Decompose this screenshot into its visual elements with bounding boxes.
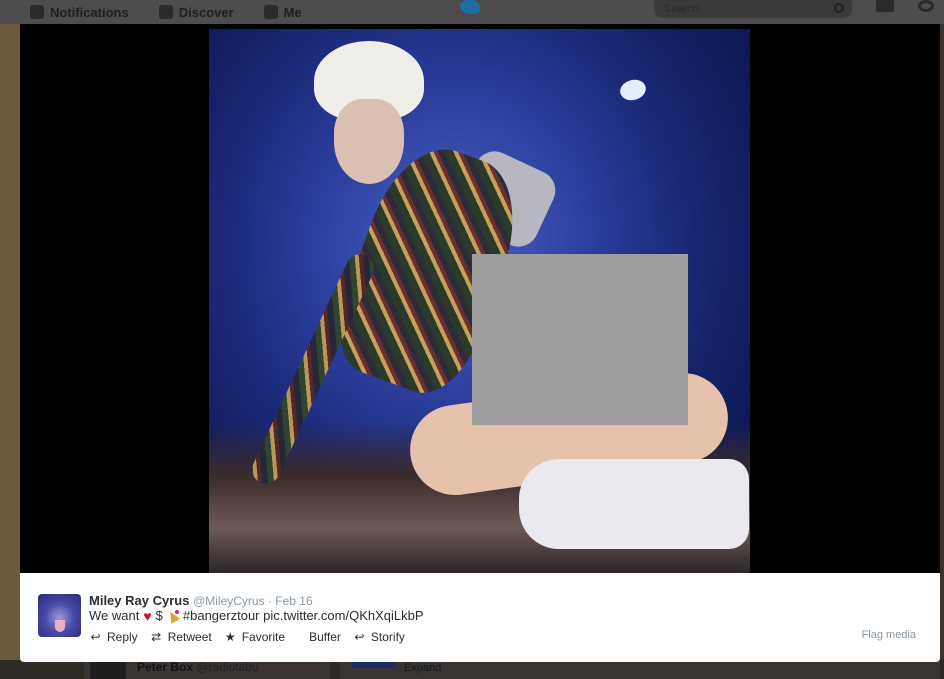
tweet-timestamp[interactable]: Feb 16 [275,594,312,608]
nav-me[interactable]: Me [263,0,302,24]
storify-label: Storify [370,630,405,644]
background-handle-text: @radiotabu [196,660,259,674]
search-input[interactable]: Search [654,0,852,18]
gear-icon[interactable] [918,0,934,12]
tweet-author-handle[interactable]: @MileyCyrus [193,594,265,608]
nav-me-label: Me [283,4,302,20]
tweet-separator: · [264,594,276,608]
background-name-text: Peter Box [137,660,194,674]
reply-icon: ↩ [90,630,101,644]
censor-box [472,254,688,425]
tweet-photo[interactable] [209,29,750,573]
favorite-label: Favorite [241,630,286,644]
twitter-bird-icon[interactable] [460,0,480,14]
nav-notifications[interactable]: Notifications [30,0,129,24]
star-icon: ★ [224,630,236,644]
tweet-author-name[interactable]: Miley Ray Cyrus [89,593,189,608]
media-lightbox [20,24,940,573]
search-icon[interactable] [834,3,844,13]
buffer-button[interactable]: Buffer [309,630,341,644]
photo-performer-face [334,99,404,184]
tweet-text-suffix[interactable]: #bangerztour pic.twitter.com/QKhXqiLkbP [183,608,424,623]
storify-button[interactable]: ↩ Storify [353,630,405,644]
retweet-label: Retweet [167,630,212,644]
top-navigation-bar: Notifications Discover Me Search [0,0,944,24]
tweet-actions: ↩ Reply ⇄ Retweet ★ Favorite Buffer ↩ St… [89,630,417,644]
bell-icon [30,5,44,19]
reply-label: Reply [107,630,138,644]
retweet-icon: ⇄ [151,630,162,644]
tweet-text-dollar: $ [155,608,163,623]
nav-discover-label: Discover [178,4,234,20]
flag-media-link[interactable]: Flag media [862,629,916,641]
storify-icon: ↩ [354,630,365,644]
buffer-label: Buffer [309,630,341,644]
compose-icon[interactable] [876,0,894,12]
reply-button[interactable]: ↩ Reply [89,630,138,644]
avatar [90,662,126,679]
expand-link[interactable]: Expand [404,662,441,674]
favorite-button[interactable]: ★ Favorite [224,630,285,644]
nav-discover[interactable]: Discover [158,0,234,24]
search-placeholder: Search [664,3,699,15]
hashtag-icon [158,5,173,19]
party-popper-icon [167,609,179,622]
photo-performer-boot [519,459,749,549]
tweet-details-card: Miley Ray Cyrus @MileyCyrus · Feb 16 We … [20,573,940,662]
person-icon [263,5,278,19]
background-decoration-right [940,24,944,679]
background-decoration-left [0,24,20,679]
heart-icon: ♥ [143,607,152,624]
tweet-header: Miley Ray Cyrus @MileyCyrus · Feb 16 [89,593,313,608]
tweet-text: We want ♥ $ #bangerztour pic.twitter.com… [89,608,424,623]
background-user-name: Peter Box @radiotabu [137,660,259,674]
retweet-button[interactable]: ⇄ Retweet [150,630,212,644]
nav-notifications-label: Notifications [50,4,129,20]
avatar[interactable] [38,594,81,637]
tweet-text-prefix: We want [89,608,140,623]
avatar-detail [55,620,65,632]
